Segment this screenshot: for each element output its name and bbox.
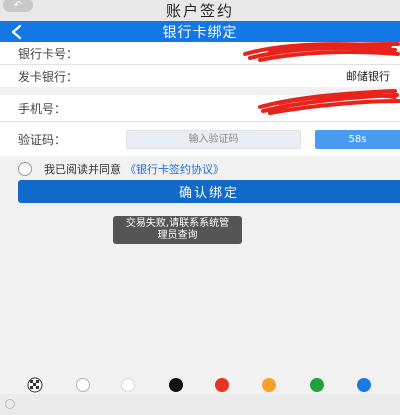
back-button[interactable] <box>4 21 28 42</box>
agreement-link[interactable]: 《银行卡签约协议》 <box>125 161 224 177</box>
app-header: 银行卡绑定 <box>0 21 400 42</box>
annotation-palette <box>0 372 400 394</box>
redaction-scribble <box>258 89 400 115</box>
verification-code-label: 验证码： <box>18 132 67 147</box>
agreement-row: 我已阅读并同意 《银行卡签约协议》 <box>18 161 224 177</box>
page-title: 银行卡绑定 <box>162 24 238 41</box>
chevron-left-icon <box>11 24 22 39</box>
refresh-icon[interactable] <box>4 398 16 410</box>
color-blue-swatch[interactable] <box>357 378 371 392</box>
color-green-swatch[interactable] <box>310 378 324 392</box>
color-orange-swatch[interactable] <box>262 378 276 392</box>
color-gray-swatch[interactable] <box>76 378 90 392</box>
redaction-scribble <box>243 42 400 62</box>
issuing-bank-label: 发卡银行： <box>18 69 79 84</box>
agreement-checkbox[interactable] <box>18 162 32 176</box>
bottom-toolbar <box>0 394 400 415</box>
toast-line-2: 理员查询 <box>157 230 198 241</box>
window-title-bar: ↶ 账户签约 <box>0 0 400 21</box>
window-title: 账户签约 <box>165 2 234 20</box>
verification-code-input[interactable] <box>126 130 301 149</box>
card-number-label: 银行卡号： <box>18 46 79 61</box>
issuing-bank-value: 邮储银行 <box>346 70 390 83</box>
error-toast: 交易失败,请联系系统管 理员查询 <box>113 216 242 244</box>
agreement-text: 我已阅读并同意 <box>44 163 121 176</box>
card-number-row: 银行卡号： <box>0 42 400 64</box>
color-white-swatch[interactable] <box>121 378 135 392</box>
undo-icon[interactable]: ↶ <box>3 0 33 12</box>
color-black-swatch[interactable] <box>169 378 183 392</box>
mosaic-icon[interactable] <box>27 377 43 393</box>
confirm-bind-button[interactable]: 确认绑定 <box>18 180 400 203</box>
issuing-bank-row: 发卡银行： 邮储银行 <box>0 65 400 87</box>
phone-row: 手机号： <box>0 89 400 121</box>
toast-line-1: 交易失败,请联系系统管 <box>125 218 230 229</box>
phone-label: 手机号： <box>18 101 67 116</box>
resend-countdown-button[interactable]: 58s <box>315 130 400 149</box>
undo-symbol: ↶ <box>13 0 23 11</box>
color-red-swatch[interactable] <box>215 378 229 392</box>
